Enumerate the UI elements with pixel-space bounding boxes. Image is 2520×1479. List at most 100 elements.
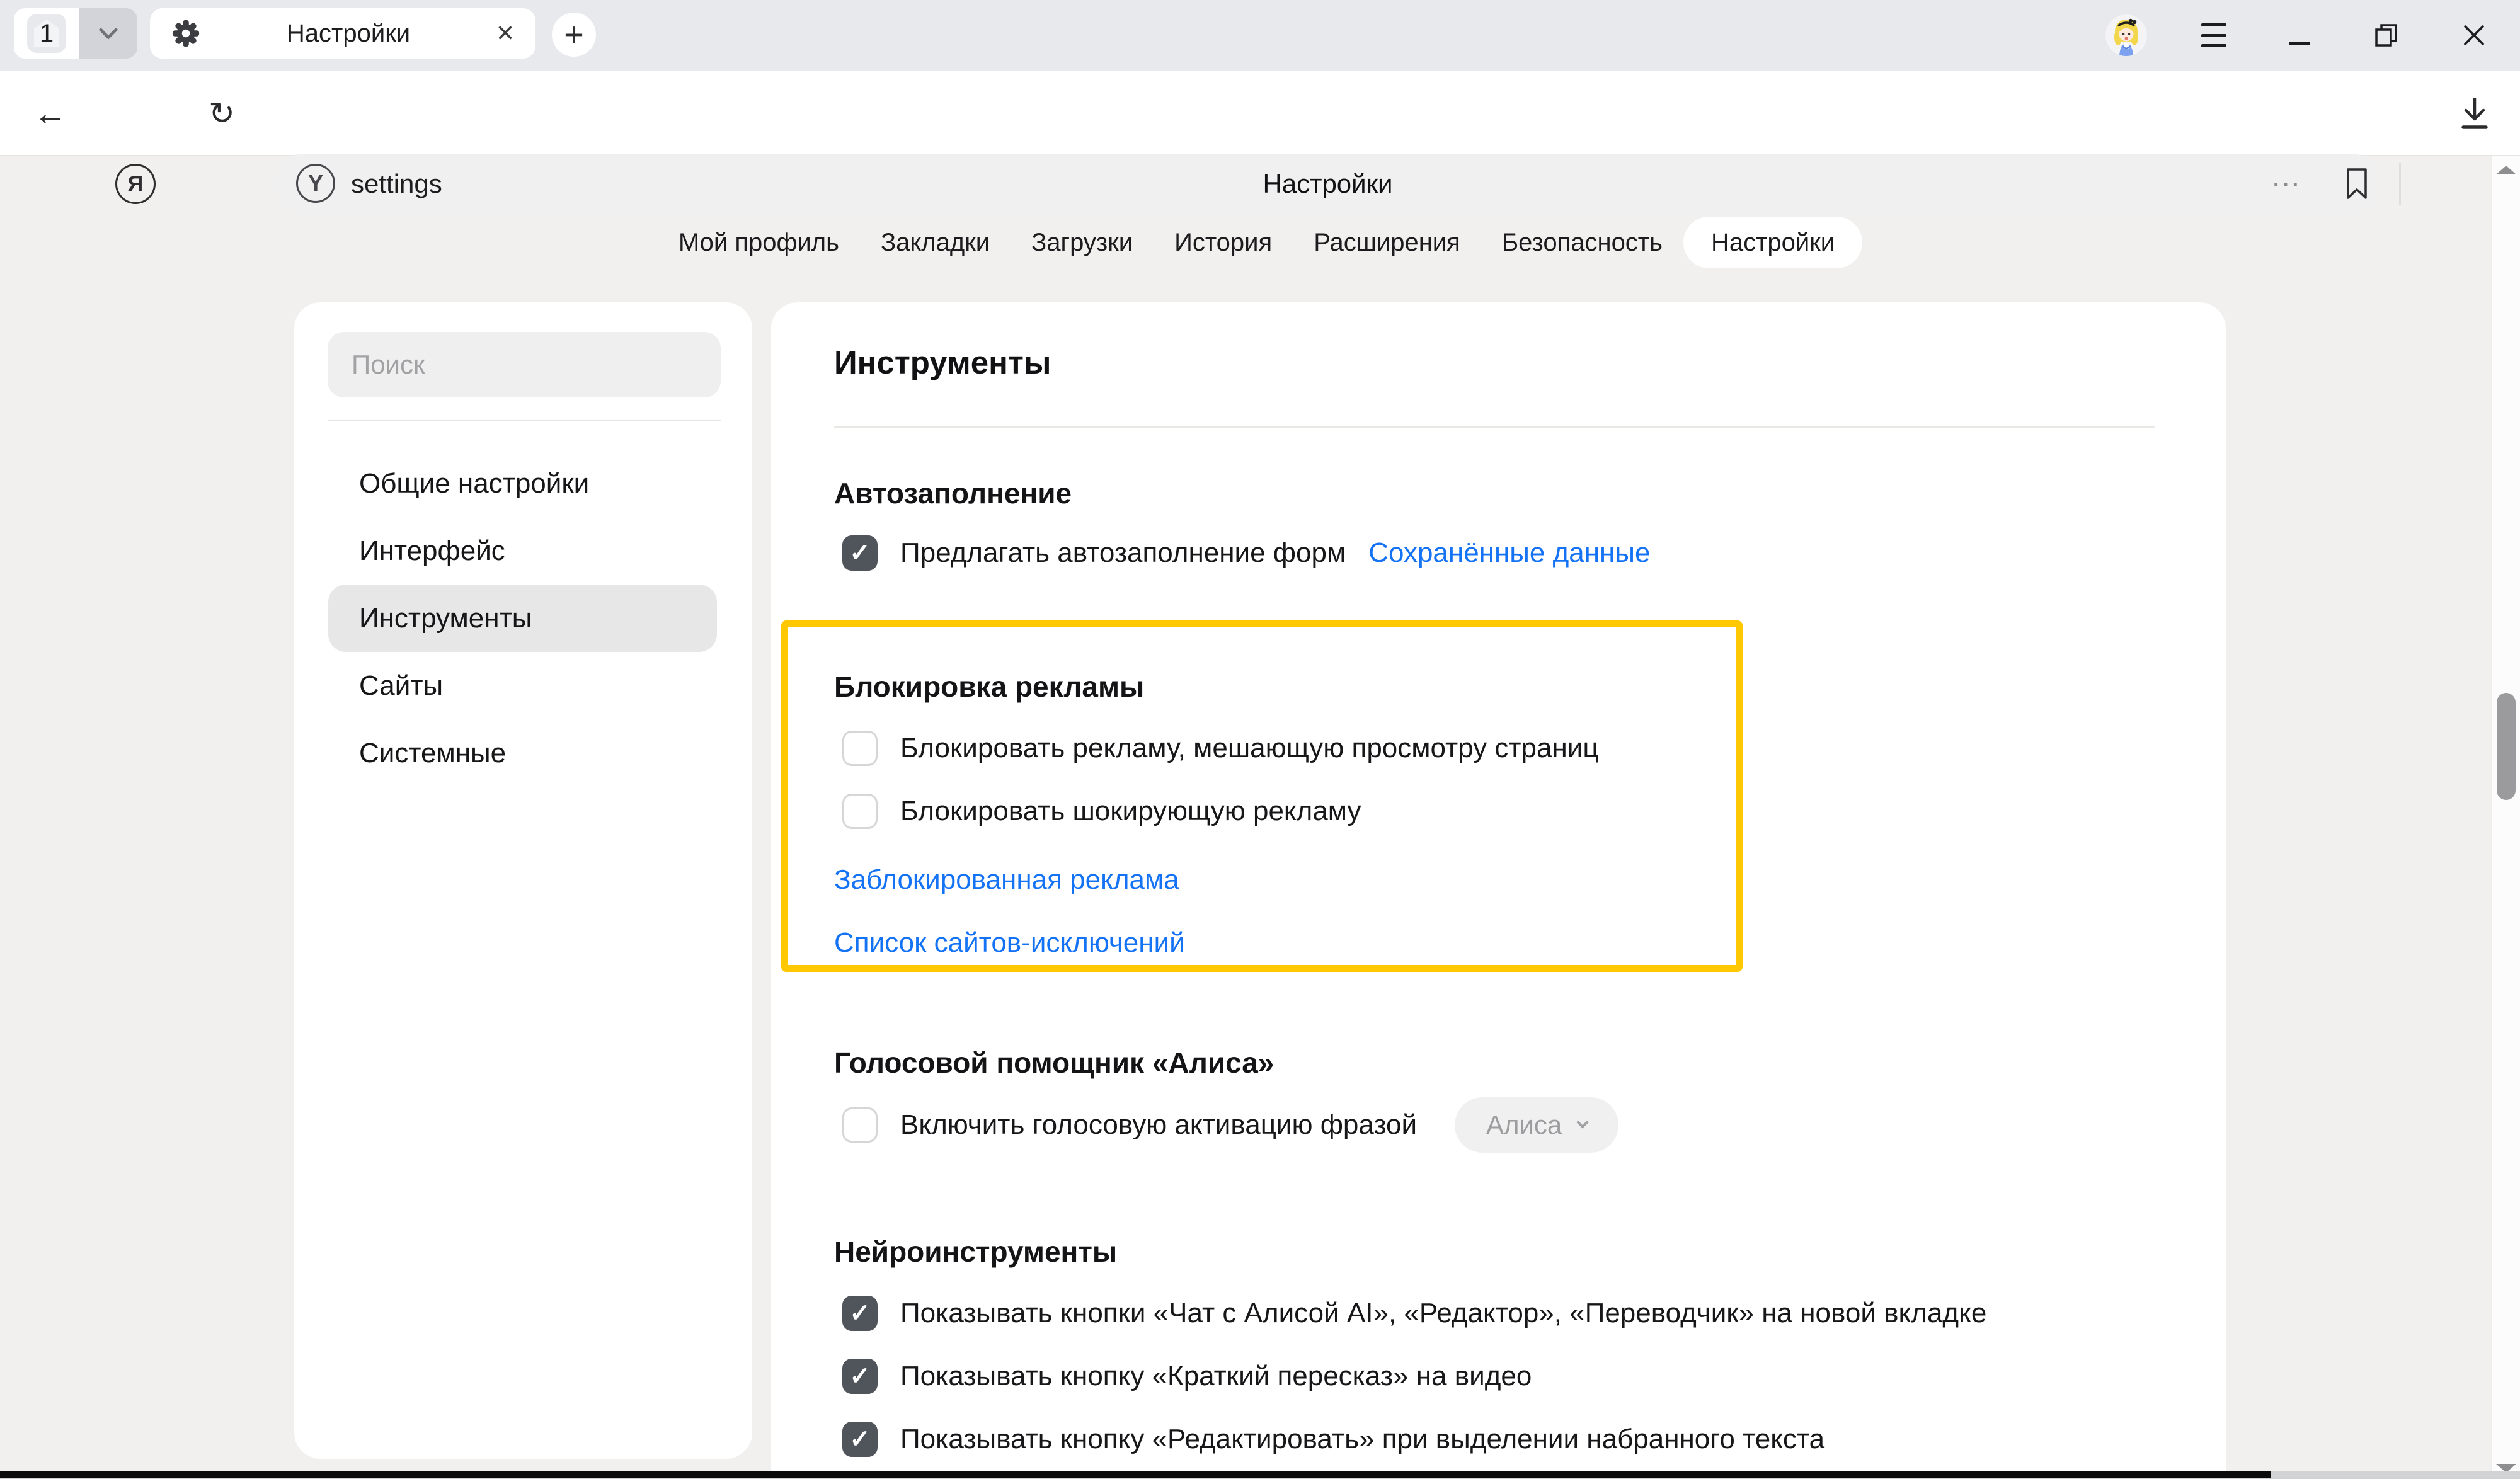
avatar-image [2105,14,2147,56]
exception-sites-link-row: Список сайтов-исключений [834,924,1185,962]
sidebar-search[interactable] [328,332,721,397]
address-value[interactable]: settings [351,154,442,214]
plus-icon: + [564,15,584,54]
check-icon: ✓ [849,1425,871,1454]
bottom-edge-bar-right [2271,1471,2520,1478]
tab-group-chip[interactable]: 1 [14,8,137,59]
address-bar[interactable]: Y settings Настройки ⋯ [274,154,2381,214]
video-summary-checkbox[interactable]: ✓ [842,1359,878,1394]
blocked-ads-link-row: Заблокированная реклама [834,861,1179,899]
tab-bookmarks[interactable]: Закладки [860,217,1011,268]
tab-close-icon[interactable]: × [496,18,514,49]
edit-text-button-label: Показывать кнопку «Редактировать» при вы… [900,1424,1824,1455]
sidebar-item-interface[interactable]: Интерфейс [294,517,752,585]
profile-avatar[interactable] [2105,14,2147,56]
minimize-button[interactable] [2283,19,2316,52]
saved-data-link[interactable]: Сохранённые данные [1368,537,1650,569]
toolbar-divider [2399,163,2401,205]
sidebar-item-tools[interactable]: Инструменты [294,585,752,652]
reload-button[interactable]: ↻ [197,71,247,156]
autofill-checkbox-checked[interactable]: ✓ [842,535,878,571]
ad-block-row-1: Блокировать рекламу, мешающую просмотру … [842,729,1599,767]
download-icon [2456,94,2494,132]
edit-text-button-checkbox[interactable]: ✓ [842,1422,878,1457]
site-badge-icon: Y [296,164,335,203]
tab-title: Настройки [200,20,496,48]
tab-downloads[interactable]: Загрузки [1011,217,1154,268]
scrollbar-thumb[interactable] [2497,693,2516,800]
activation-phrase-dropdown[interactable]: Алиса [1455,1097,1618,1153]
settings-sidebar: Общие настройки Интерфейс Инструменты Са… [294,302,752,1459]
show-ai-buttons-checkbox[interactable]: ✓ [842,1296,878,1331]
scroll-up-icon[interactable] [2496,166,2516,174]
tab-history[interactable]: История [1154,217,1293,268]
tab-my-profile[interactable]: Мой профиль [658,217,860,268]
neuro-row-2: ✓ Показывать кнопку «Краткий пересказ» н… [842,1357,1532,1395]
page-scrollbar[interactable] [2491,156,2520,1479]
block-annoying-ads-checkbox[interactable] [842,731,878,766]
tab-group-label: 1 [40,20,54,48]
browser-toolbar: ← Я ↻ Y settings Настройки ⋯ [0,71,2520,156]
tab-security[interactable]: Безопасность [1481,217,1683,268]
tab-group-number[interactable]: 1 [14,8,79,59]
check-icon: ✓ [849,539,871,568]
search-input[interactable] [328,332,721,397]
neuro-section-title: Нейроинструменты [834,1235,1117,1269]
back-button[interactable]: ← [25,71,76,156]
neuro-row-1: ✓ Показывать кнопки «Чат с Алисой AI», «… [842,1294,1986,1332]
new-tab-button[interactable]: + [552,13,596,57]
bottom-edge-bar [0,1471,2271,1478]
chevron-down-icon [1576,1116,1589,1129]
settings-nav-tabs: Мой профиль Закладки Загрузки История Ра… [658,217,1862,268]
video-summary-label: Показывать кнопку «Краткий пересказ» на … [900,1361,1532,1392]
downloads-button[interactable] [2456,94,2494,135]
voice-activation-label: Включить голосовую активацию фразой [900,1109,1417,1141]
sidebar-item-sites[interactable]: Сайты [294,652,752,719]
block-shocking-ads-checkbox[interactable] [842,794,878,829]
heading-divider [834,426,2155,428]
page-title: Настройки [274,154,2381,214]
menu-button[interactable] [2201,23,2226,47]
autofill-checkbox-label: Предлагать автозаполнение форм [900,537,1346,569]
yandex-icon: Я [128,172,143,197]
more-actions-icon[interactable]: ⋯ [2259,154,2315,214]
tab-group-expand[interactable] [79,8,137,59]
settings-content: Инструменты Автозаполнение ✓ Предлагать … [771,302,2226,1479]
minimize-icon [2289,42,2310,45]
yandex-home-button[interactable]: Я [115,164,156,204]
restore-icon [2375,24,2398,47]
tab-strip: 1 Настройки × + [0,0,2520,71]
ad-block-section-title: Блокировка рекламы [834,670,1144,704]
autofill-section-title: Автозаполнение [834,476,1072,510]
reload-icon: ↻ [209,95,235,132]
alice-row: Включить голосовую активацию фразой Алис… [842,1097,1618,1153]
sidebar-item-system[interactable]: Системные [294,719,752,787]
check-icon: ✓ [849,1299,871,1328]
block-shocking-ads-label: Блокировать шокирующую рекламу [900,796,1361,827]
tab-extensions[interactable]: Расширения [1293,217,1481,268]
tab-settings-active[interactable]: Настройки [1683,217,1862,268]
activation-phrase-value: Алиса [1486,1110,1562,1140]
tab-settings[interactable]: Настройки × [150,8,536,59]
restore-window-button[interactable] [2370,19,2403,52]
tab-group-badge: 1 [27,14,66,53]
ad-block-highlight-box: Блокировка рекламы Блокировать рекламу, … [781,620,1743,972]
neuro-row-3: ✓ Показывать кнопку «Редактировать» при … [842,1420,1824,1458]
bookmark-icon[interactable] [2345,168,2368,203]
gear-icon [171,19,200,48]
close-window-button[interactable] [2458,19,2490,52]
show-ai-buttons-label: Показывать кнопки «Чат с Алисой AI», «Ре… [900,1298,1986,1329]
block-annoying-ads-label: Блокировать рекламу, мешающую просмотру … [900,733,1599,764]
alice-section-title: Голосовой помощник «Алиса» [834,1046,1274,1080]
sidebar-divider [328,420,721,421]
content-heading: Инструменты [834,344,1051,381]
check-icon: ✓ [849,1362,871,1391]
chevron-down-icon [98,20,118,40]
close-icon [2462,23,2486,47]
blocked-ads-link[interactable]: Заблокированная реклама [834,864,1179,896]
voice-activation-checkbox[interactable] [842,1107,878,1143]
exception-sites-link[interactable]: Список сайтов-исключений [834,927,1185,959]
autofill-row: ✓ Предлагать автозаполнение форм Сохранё… [842,534,1650,572]
ad-block-row-2: Блокировать шокирующую рекламу [842,792,1361,830]
sidebar-item-general[interactable]: Общие настройки [294,450,752,517]
